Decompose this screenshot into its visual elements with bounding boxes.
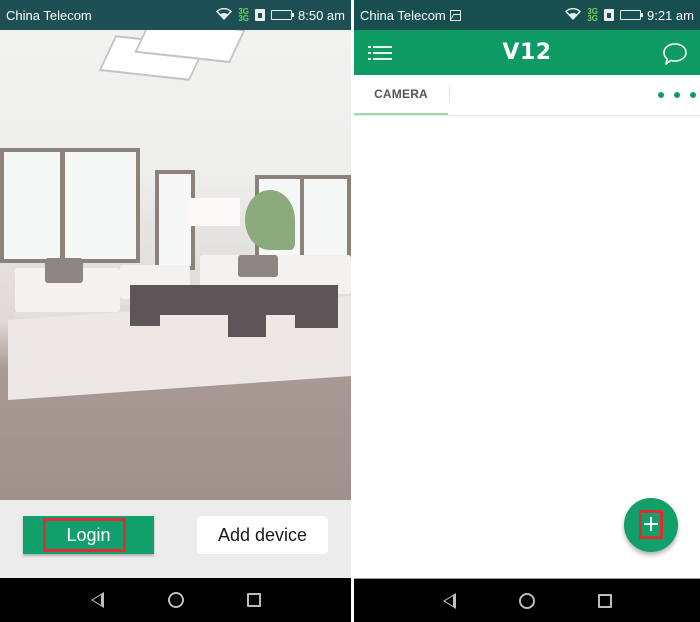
battery-icon [620, 10, 644, 20]
recents-icon [246, 593, 261, 607]
add-device-button[interactable]: Add device [197, 516, 328, 554]
back-button[interactable] [59, 578, 137, 622]
tab-camera[interactable]: CAMERA [354, 75, 448, 115]
coffee-table [130, 285, 338, 315]
sim-icon [604, 9, 615, 21]
window-frame [60, 148, 65, 263]
recents-button[interactable] [215, 578, 293, 622]
lamp [188, 198, 240, 226]
carrier-name: China Telecom [6, 7, 92, 23]
login-button[interactable]: Login [23, 516, 154, 554]
navigation-bar [0, 578, 351, 622]
signal-icon: 3G 3G [238, 7, 250, 23]
gallery-notification-icon [449, 9, 461, 21]
back-icon [91, 592, 104, 608]
back-button[interactable] [410, 579, 488, 622]
welcome-screen: China Telecom 3G 3G 8:50 am Login Add de… [0, 0, 351, 622]
app-bar: V12 [354, 30, 700, 75]
signal-icon: 3G 3G [587, 7, 599, 23]
back-icon [442, 592, 456, 609]
tab-separator [449, 87, 450, 103]
home-icon [167, 592, 184, 608]
status-bar: China Telecom 3G 3G 9:21 am [354, 0, 700, 30]
carrier-name: China Telecom [360, 7, 446, 23]
cushion [238, 255, 278, 277]
cushion [45, 258, 83, 283]
home-button[interactable] [137, 578, 215, 622]
home-button[interactable] [488, 579, 566, 622]
coffee-table-leg [228, 312, 266, 337]
plant [245, 190, 295, 250]
recents-icon [598, 593, 612, 608]
battery-icon [271, 10, 295, 20]
add-icon: + [641, 512, 661, 537]
wifi-icon [216, 7, 233, 23]
camera-list-screen: China Telecom 3G 3G 9:21 am V12 CAMERA + [354, 0, 700, 622]
app-title: V12 [502, 40, 552, 65]
coffee-table-leg [130, 312, 160, 326]
add-camera-button[interactable]: + [624, 498, 678, 552]
tab-bar: CAMERA [354, 75, 700, 116]
menu-icon[interactable] [368, 45, 392, 61]
window [0, 148, 140, 263]
clock: 9:21 am [647, 7, 694, 23]
action-bar: Login Add device [0, 500, 351, 578]
home-icon [519, 592, 535, 609]
status-bar: China Telecom 3G 3G 8:50 am [0, 0, 351, 30]
living-room-photo [0, 30, 351, 500]
navigation-bar [354, 578, 700, 622]
clock: 8:50 am [298, 7, 345, 23]
wifi-icon [565, 7, 582, 23]
recents-button[interactable] [566, 579, 644, 622]
chat-icon[interactable] [662, 42, 687, 65]
more-dots-icon[interactable] [658, 87, 696, 103]
coffee-table-leg [295, 312, 338, 328]
composite-screenshot: China Telecom 3G 3G 8:50 am Login Add de… [0, 0, 700, 622]
sim-icon [255, 9, 266, 21]
